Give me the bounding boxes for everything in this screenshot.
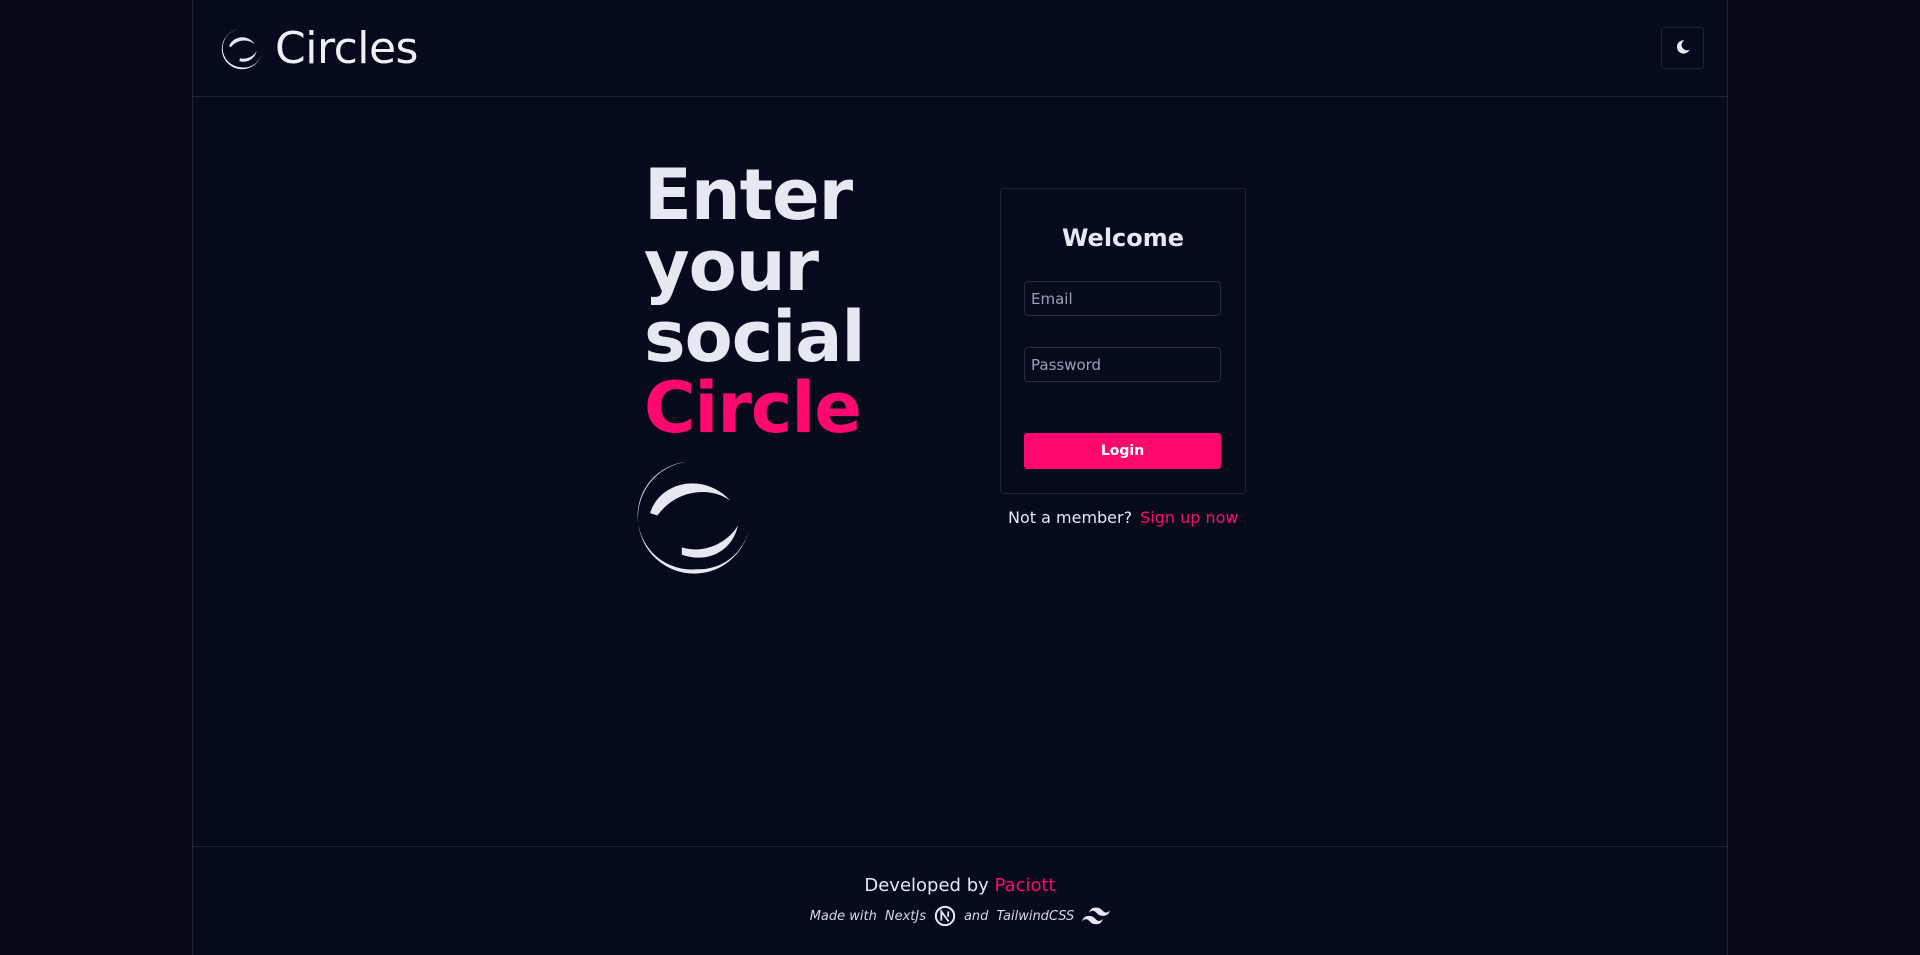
hero-line-your: your: [644, 225, 819, 307]
and-text: and: [963, 908, 989, 924]
email-field[interactable]: [1024, 281, 1221, 316]
signup-link[interactable]: Sign up now: [1140, 508, 1238, 527]
circles-logo-icon: [219, 26, 265, 72]
login-title: Welcome: [1061, 224, 1185, 252]
top-header: Circles: [193, 0, 1727, 97]
made-with-text: Made with: [809, 908, 877, 924]
circles-hero-logo-icon: [633, 457, 755, 583]
developed-by-line: Developed by Paciott: [193, 875, 1727, 896]
hero-line-circle: Circle: [644, 367, 862, 449]
signup-prompt: Not a member? Sign up now: [1008, 508, 1248, 527]
login-button[interactable]: Login: [1024, 433, 1221, 469]
footer: Developed by Paciott Made with NextJs an…: [193, 846, 1727, 955]
hero-line-social: social: [644, 296, 865, 378]
developer-link[interactable]: Paciott: [995, 875, 1056, 896]
nextjs-icon: [934, 905, 956, 927]
tailwind-text: TailwindCSS: [996, 908, 1075, 924]
signup-text: Not a member?: [1008, 508, 1133, 527]
hero-line-enter: Enter: [644, 154, 853, 236]
moon-icon: [1675, 39, 1691, 58]
brand-name: Circles: [275, 23, 418, 74]
login-card: Welcome Login: [1000, 188, 1246, 494]
theme-toggle-button[interactable]: [1661, 27, 1704, 69]
brand[interactable]: Circles: [219, 23, 418, 75]
developed-by-text: Developed by: [864, 875, 989, 896]
hero-section: Enter your social Circle: [637, 154, 894, 574]
page-frame: Circles Enter your social Circle Welcome…: [192, 0, 1728, 955]
tailwind-icon: [1082, 907, 1111, 925]
made-with-line: Made with NextJs and TailwindCSS: [193, 905, 1727, 927]
password-field[interactable]: [1024, 347, 1221, 382]
nextjs-text: NextJs: [884, 908, 926, 924]
